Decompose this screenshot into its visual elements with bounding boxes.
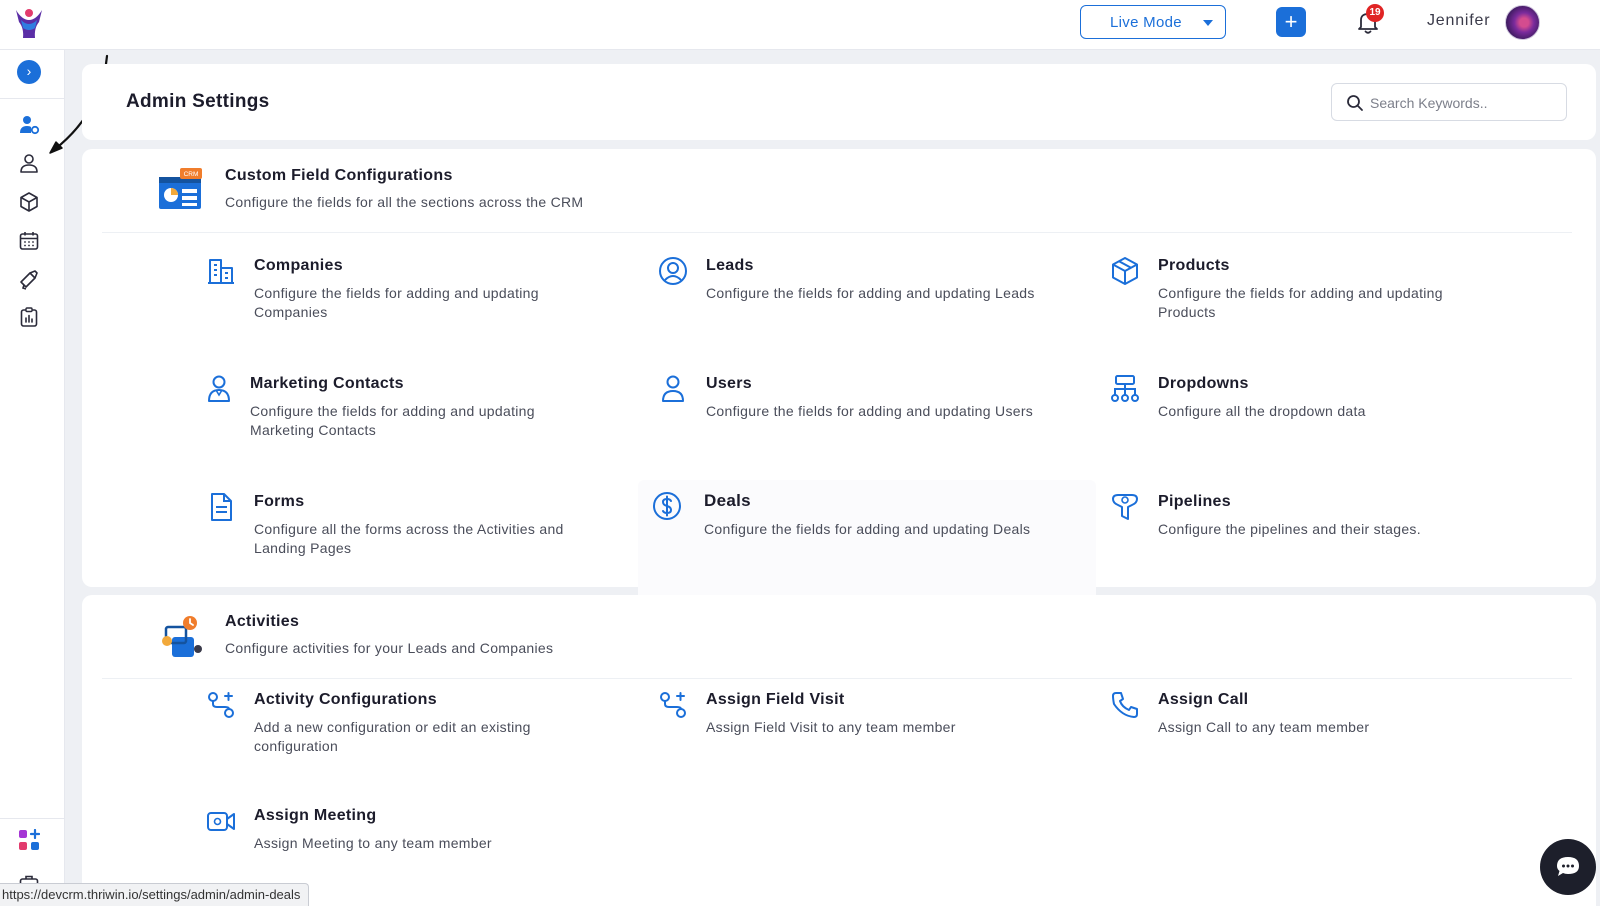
sidebar-divider [0,98,65,99]
contact-icon [208,375,230,402]
tile-dropdowns[interactable]: Dropdowns Configure all the dropdown dat… [1110,374,1550,474]
chevron-down-icon [1203,20,1213,26]
dollar-circle-icon [653,492,681,520]
tile-title: Assign Call [1158,691,1249,708]
tile-description: Configure the fields for adding and upda… [706,285,1035,301]
section-description: Configure the fields for all the section… [225,194,584,210]
clipboard-chart-icon[interactable] [18,306,40,328]
tile-products[interactable]: Products Configure the fields for adding… [1110,256,1550,356]
activities-icon [162,616,202,657]
tile-deals[interactable]: Deals Configure the fields for adding an… [638,480,1096,604]
tile-leads[interactable]: Leads Configure the fields for adding an… [658,256,1098,356]
route-icon [208,692,234,718]
section-title: Activities [225,613,300,630]
tile-title: Forms [254,493,305,510]
tile-title: Assign Field Visit [706,691,845,708]
user-icon [662,375,684,402]
tile-description: Configure all the forms across the Activ… [254,521,564,556]
tile-title: Activity Configurations [254,691,437,708]
tile-description: Configure the fields for adding and upda… [704,521,1031,537]
tile-activity-configurations[interactable]: Activity Configurations Add a new config… [206,690,646,790]
tile-description: Configure the pipelines and their stages… [1158,521,1421,537]
avatar[interactable] [1505,5,1540,40]
app-logo[interactable] [12,6,46,40]
cube-icon[interactable] [18,191,40,213]
calendar-icon[interactable] [18,230,40,252]
tile-description: Configure the fields for adding and upda… [1158,285,1443,320]
activities-section: Activities Configure activities for your… [82,595,1596,906]
chat-icon [1557,857,1579,876]
document-icon [211,493,232,521]
user-settings-icon[interactable] [18,114,40,136]
custom-field-configurations-section: CRM Custom Field Configurations Configur… [82,149,1596,604]
page-title: Admin Settings [126,91,270,112]
phone-icon [1112,692,1138,718]
tile-title: Products [1158,257,1230,274]
tile-marketing-contacts[interactable]: Marketing Contacts Configure the fields … [206,374,646,474]
search-icon [1347,95,1363,111]
section-description: Configure activities for your Leads and … [225,640,554,656]
user-icon[interactable] [18,152,40,174]
tile-pipelines[interactable]: Pipelines Configure the pipelines and th… [1110,492,1550,592]
video-icon [207,812,235,831]
page-header: Admin Settings [82,64,1596,140]
tile-title: Pipelines [1158,493,1231,510]
tile-title: Assign Meeting [254,807,377,824]
tile-assign-call[interactable]: Assign Call Assign Call to any team memb… [1110,690,1550,790]
sidebar-bottom-divider [0,818,65,819]
crm-badge-text: CRM [184,171,199,178]
tile-description: Configure all the dropdown data [1158,403,1366,419]
box-icon [1112,257,1138,285]
sidebar-expand-button[interactable]: › [17,60,41,84]
tile-title: Companies [254,257,343,274]
notification-badge: 19 [1366,4,1384,22]
funnel-icon [1112,494,1138,520]
section-header: CRM Custom Field Configurations Configur… [102,149,1572,233]
tile-description: Assign Call to any team member [1158,719,1370,735]
crm-config-icon: CRM [159,168,202,209]
tile-description: Configure the fields for adding and upda… [254,285,539,320]
quick-add-button[interactable]: + [1276,7,1306,37]
tile-description: Configure the fields for adding and upda… [250,403,535,438]
tile-forms[interactable]: Forms Configure all the forms across the… [206,492,646,592]
tile-title: Dropdowns [1158,375,1249,392]
building-icon [208,259,234,284]
tile-title: Deals [704,491,751,510]
megaphone-icon[interactable] [18,268,40,290]
tile-description: Add a new configuration or edit an exist… [254,719,531,754]
status-bar-url: https://devcrm.thriwin.io/settings/admin… [0,883,310,906]
tile-description: Assign Meeting to any team member [254,835,492,851]
left-sidebar: › [0,50,65,906]
tile-title: Leads [706,257,754,274]
search-input[interactable] [1370,92,1555,114]
chat-button[interactable] [1540,839,1596,895]
tile-assign-field-visit[interactable]: Assign Field Visit Assign Field Visit to… [658,690,1098,790]
tile-users[interactable]: Users Configure the fields for adding an… [658,374,1098,474]
tile-description: Assign Field Visit to any team member [706,719,956,735]
user-name[interactable]: Jennifer [1427,12,1490,30]
search-box[interactable] [1331,83,1567,121]
mode-dropdown-label: Live Mode [1110,13,1182,31]
tile-companies[interactable]: Companies Configure the fields for addin… [206,256,646,356]
top-bar: Live Mode + 19 Jennifer [0,0,1600,50]
section-title: Custom Field Configurations [225,167,453,184]
user-circle-icon [659,257,687,285]
tile-description: Configure the fields for adding and upda… [706,403,1034,419]
tile-title: Users [706,375,752,392]
route-icon [660,692,686,718]
mode-dropdown[interactable]: Live Mode [1080,5,1226,39]
apps-add-icon[interactable] [18,829,40,851]
section-header: Activities Configure activities for your… [102,595,1572,679]
tile-title: Marketing Contacts [250,375,404,392]
hierarchy-icon [1111,375,1139,402]
